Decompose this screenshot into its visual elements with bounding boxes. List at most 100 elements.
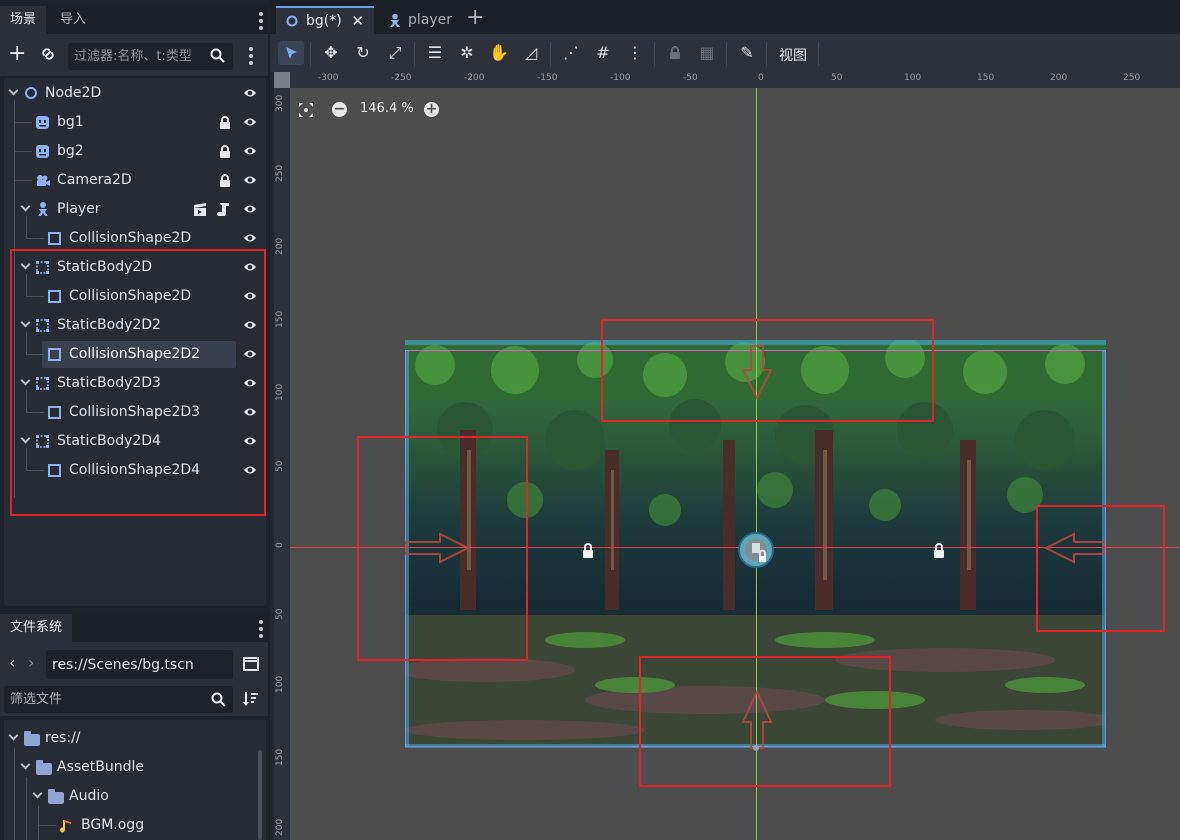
sprite-icon	[36, 145, 49, 158]
tree-row-collisionshape2d2[interactable]: CollisionShape2D2	[4, 340, 266, 369]
ruler-tick-label: 100	[275, 675, 285, 693]
tab-bg[interactable]: bg(*) ✕	[276, 6, 374, 34]
tab-player[interactable]: player	[378, 6, 458, 34]
toggle-split-icon[interactable]	[243, 657, 259, 671]
collapse-arrow-icon[interactable]	[32, 788, 43, 799]
collapse-arrow-icon[interactable]	[20, 259, 31, 270]
lock-icon[interactable]	[219, 145, 231, 158]
grid-snap-icon[interactable]: #	[590, 41, 616, 65]
move-tool-icon[interactable]: ✥	[318, 41, 344, 65]
tab-filesystem[interactable]: 文件系统	[0, 614, 73, 642]
pivot-tool-icon[interactable]: ✲	[454, 41, 480, 65]
tree-row-staticbody2d[interactable]: StaticBody2D	[4, 253, 266, 282]
dock-menu-icon[interactable]	[259, 620, 263, 638]
tree-row-player[interactable]: Player	[4, 195, 266, 224]
select-tool-icon[interactable]	[278, 41, 304, 65]
scale-tool-icon[interactable]: ⤢	[382, 41, 408, 65]
visibility-eye-icon[interactable]	[243, 435, 257, 447]
visibility-eye-icon[interactable]	[243, 203, 257, 215]
view-menu[interactable]: 视图	[779, 45, 807, 65]
fs-row-assetbundle[interactable]: AssetBundle	[4, 753, 266, 782]
dock-menu-icon[interactable]	[259, 12, 263, 30]
toolbar-separator	[414, 42, 415, 66]
snap-options-icon[interactable]: ⋮	[622, 41, 648, 65]
fs-row-res[interactable]: res://	[4, 724, 266, 753]
link-icon[interactable]	[39, 47, 57, 63]
sort-icon[interactable]	[243, 691, 259, 707]
visibility-eye-icon[interactable]	[243, 348, 257, 360]
tree-row-staticbody2d4[interactable]: StaticBody2D4	[4, 427, 266, 456]
collapse-arrow-icon[interactable]	[20, 375, 31, 386]
script-icon[interactable]	[217, 202, 231, 216]
path-field[interactable]	[46, 650, 233, 679]
ruler-tool-icon[interactable]: ◿	[518, 41, 544, 65]
tree-guide	[26, 412, 44, 413]
close-icon[interactable]: ✕	[351, 8, 364, 34]
search-icon	[211, 692, 226, 707]
visibility-eye-icon[interactable]	[243, 174, 257, 186]
tree-row-collisionshape2d[interactable]: CollisionShape2D	[4, 282, 266, 311]
visibility-eye-icon[interactable]	[243, 116, 257, 128]
visibility-eye-icon[interactable]	[243, 319, 257, 331]
add-tab-icon[interactable]: +	[466, 7, 484, 29]
handle-icon	[753, 745, 759, 751]
tree-label: CollisionShape2D4	[69, 462, 201, 478]
tab-scene[interactable]: 场景	[0, 6, 47, 34]
tree-row-collisionshape2d3[interactable]: CollisionShape2D3	[4, 398, 266, 427]
fs-row-audio[interactable]: Audio	[4, 782, 266, 811]
collapse-arrow-icon[interactable]	[20, 433, 31, 444]
collapse-arrow-icon[interactable]	[20, 317, 31, 328]
canvas-viewport[interactable]: -300 -250 -200 -150 -100 -50 0 50 100 15…	[274, 72, 1180, 840]
scene-filter-input[interactable]	[68, 43, 233, 70]
zoom-in-icon[interactable]: +	[424, 102, 439, 117]
pan-tool-icon[interactable]: ✋	[486, 41, 512, 65]
tree-row-collisionshape2d4[interactable]: CollisionShape2D4	[4, 456, 266, 485]
collapse-arrow-icon[interactable]	[20, 201, 31, 212]
visibility-eye-icon[interactable]	[243, 290, 257, 302]
center-view-icon[interactable]	[298, 102, 314, 118]
tree-row-bg1[interactable]: bg1	[4, 108, 266, 137]
zoom-out-icon[interactable]: −	[332, 102, 347, 117]
lock-icon[interactable]	[219, 174, 231, 187]
file-filter-input[interactable]	[4, 686, 233, 713]
rotate-tool-icon[interactable]: ↻	[350, 41, 376, 65]
tab-import[interactable]: 导入	[50, 6, 96, 34]
lock-icon[interactable]	[219, 116, 231, 129]
visibility-eye-icon[interactable]	[243, 145, 257, 157]
ruler-tick-label: 150	[275, 748, 285, 766]
smart-snap-icon[interactable]: ⋰	[558, 41, 584, 65]
scene-menu-icon[interactable]	[249, 47, 253, 65]
tree-row-node2d[interactable]: Node2D	[4, 79, 266, 108]
forward-arrow-icon[interactable]: ›	[28, 653, 34, 672]
bone-tool-icon[interactable]: ✎	[734, 41, 760, 65]
list-select-icon[interactable]: ☰	[422, 41, 448, 65]
visibility-eye-icon[interactable]	[243, 261, 257, 273]
visibility-eye-icon[interactable]	[243, 87, 257, 99]
tree-row-staticbody2d2[interactable]: StaticBody2D2	[4, 311, 266, 340]
collapse-arrow-icon[interactable]	[8, 85, 19, 96]
ruler-tick-label: 0	[275, 542, 285, 548]
zoom-level[interactable]: 146.4 %	[360, 101, 414, 116]
add-node-icon[interactable]: +	[8, 43, 26, 65]
lock-icon[interactable]	[662, 41, 688, 65]
tree-label: Node2D	[45, 85, 102, 101]
scrollbar[interactable]	[258, 750, 262, 840]
horizontal-ruler[interactable]: -300 -250 -200 -150 -100 -50 0 50 100 15…	[274, 72, 1180, 88]
tree-row-camera2d[interactable]: Camera2D	[4, 166, 266, 195]
clapperboard-icon[interactable]	[193, 203, 207, 217]
visibility-eye-icon[interactable]	[243, 464, 257, 476]
group-icon[interactable]: ▦	[694, 41, 720, 65]
vertical-ruler[interactable]: 300 250 200 150 100 50 0 50 100 150 200	[274, 72, 290, 840]
ruler-tick-label: 50	[831, 73, 843, 83]
tree-row-staticbody2d3[interactable]: StaticBody2D3	[4, 369, 266, 398]
fs-row-bgm[interactable]: BGM.ogg	[4, 811, 266, 840]
visibility-eye-icon[interactable]	[243, 232, 257, 244]
visibility-eye-icon[interactable]	[243, 406, 257, 418]
back-arrow-icon[interactable]: ‹	[9, 653, 15, 672]
visibility-eye-icon[interactable]	[243, 377, 257, 389]
tree-row-collisionshape2d[interactable]: CollisionShape2D	[4, 224, 266, 253]
collapse-arrow-icon[interactable]	[20, 759, 31, 770]
collapse-arrow-icon[interactable]	[8, 730, 19, 741]
tree-label: res://	[45, 730, 81, 746]
tree-row-bg2[interactable]: bg2	[4, 137, 266, 166]
